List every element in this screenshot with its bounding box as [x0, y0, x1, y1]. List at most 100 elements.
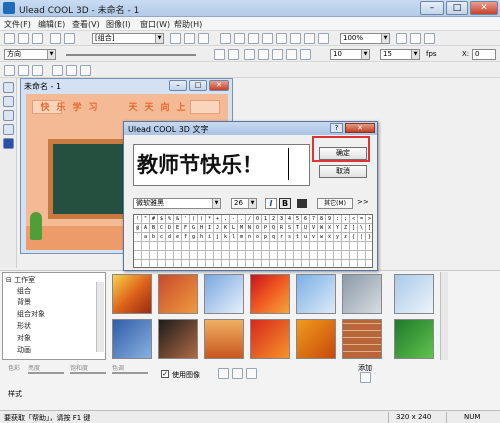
charmap-cell[interactable]: y [334, 233, 342, 242]
charmap-cell[interactable] [350, 242, 358, 251]
menu-image[interactable]: 图像(I) [106, 19, 131, 30]
charmap-cell[interactable] [318, 251, 326, 260]
charmap-cell[interactable] [182, 260, 190, 267]
charmap-cell[interactable]: X [326, 224, 334, 233]
charmap-cell[interactable]: " [142, 215, 150, 224]
charmap-cell[interactable] [358, 251, 366, 260]
texture-thumbnail[interactable] [204, 319, 244, 359]
charmap-cell[interactable]: K [222, 224, 230, 233]
charmap-cell[interactable] [286, 242, 294, 251]
charmap-cell[interactable] [142, 260, 150, 267]
charmap-cell[interactable] [366, 242, 372, 251]
tree-item[interactable]: 对象 [17, 333, 31, 343]
charmap-cell[interactable] [342, 251, 350, 260]
texture-thumbnail[interactable] [112, 274, 152, 314]
charmap-cell[interactable]: r [278, 233, 286, 242]
charmap-cell[interactable] [254, 242, 262, 251]
paste-icon[interactable] [248, 33, 259, 44]
charmap-cell[interactable]: D [166, 224, 174, 233]
charmap-cell[interactable] [342, 260, 350, 267]
charmap-cell[interactable] [262, 260, 270, 267]
font-name-select[interactable]: 微软雅黑 ▼ [133, 198, 221, 209]
texture-thumbnail[interactable] [158, 274, 198, 314]
charmap-cell[interactable] [206, 260, 214, 267]
charmap-cell[interactable] [182, 251, 190, 260]
font-size-select[interactable]: 26 ▼ [231, 198, 257, 209]
add-keyframe-icon[interactable] [214, 49, 225, 60]
charmap-cell[interactable]: a [142, 233, 150, 242]
charmap-cell[interactable] [326, 242, 334, 251]
charmap-cell[interactable] [358, 260, 366, 267]
tree-root[interactable]: ⊟ 工作室 [6, 275, 35, 285]
charmap-cell[interactable]: | [358, 233, 366, 242]
charmap-cell[interactable]: < [350, 215, 358, 224]
texture-thumbnail[interactable] [158, 319, 198, 359]
charmap-cell[interactable]: > [366, 215, 372, 224]
charmap-cell[interactable]: } [366, 233, 372, 242]
charmap-cell[interactable]: ` [134, 233, 142, 242]
charmap-cell[interactable] [222, 242, 230, 251]
menu-window[interactable]: 窗口(W) [140, 19, 170, 30]
text-input-area[interactable]: 教师节快乐！ [133, 144, 310, 186]
image-edit-icon[interactable] [232, 368, 243, 379]
charmap-cell[interactable] [302, 251, 310, 260]
bold-button[interactable]: B [279, 198, 291, 209]
doc-maximize-button[interactable]: □ [189, 80, 207, 91]
delete-icon[interactable] [262, 33, 273, 44]
open-folder-icon[interactable] [18, 33, 29, 44]
charmap-cell[interactable] [358, 242, 366, 251]
charmap-cell[interactable]: 9 [326, 215, 334, 224]
charmap-cell[interactable] [286, 260, 294, 267]
play-icon[interactable] [286, 49, 297, 60]
direction-combo[interactable]: 方向 ▼ [4, 49, 56, 60]
italic-icon[interactable] [66, 65, 77, 76]
charmap-cell[interactable] [334, 242, 342, 251]
charmap-cell[interactable]: ] [366, 224, 372, 233]
charmap-cell[interactable] [230, 251, 238, 260]
zoom-out-icon[interactable] [318, 33, 329, 44]
charmap-cell[interactable] [142, 242, 150, 251]
charmap-cell[interactable]: ; [342, 215, 350, 224]
zoom-in-icon[interactable] [304, 33, 315, 44]
charmap-cell[interactable] [342, 242, 350, 251]
charmap-cell[interactable] [214, 251, 222, 260]
texture-thumbnail[interactable] [112, 319, 152, 359]
charmap-cell[interactable]: t [294, 233, 302, 242]
charmap-cell[interactable]: Z [342, 224, 350, 233]
hand-icon[interactable] [170, 33, 181, 44]
charmap-cell[interactable] [158, 260, 166, 267]
charmap-cell[interactable]: 6 [302, 215, 310, 224]
menu-help[interactable]: 帮助(H) [174, 19, 202, 30]
charmap-cell[interactable]: f [182, 233, 190, 242]
charmap-cell[interactable] [278, 242, 286, 251]
charmap-cell[interactable] [190, 242, 198, 251]
charmap-cell[interactable]: O [254, 224, 262, 233]
charmap-cell[interactable]: ) [198, 215, 206, 224]
charmap-cell[interactable]: / [246, 215, 254, 224]
underline-icon[interactable] [80, 65, 91, 76]
charmap-cell[interactable] [246, 251, 254, 260]
reverse-icon[interactable] [244, 49, 255, 60]
prev-frame-icon[interactable] [272, 49, 283, 60]
charmap-cell[interactable]: F [182, 224, 190, 233]
charmap-cell[interactable]: W [318, 224, 326, 233]
charmap-cell[interactable] [294, 260, 302, 267]
charmap-cell[interactable]: 4 [286, 215, 294, 224]
charmap-cell[interactable]: G [190, 224, 198, 233]
charmap-cell[interactable]: 8 [318, 215, 326, 224]
menu-edit[interactable]: 编辑(E) [38, 19, 65, 30]
charmap-cell[interactable] [182, 242, 190, 251]
charmap-cell[interactable] [158, 242, 166, 251]
brightness-slider[interactable] [28, 372, 64, 374]
charmap-cell[interactable] [334, 251, 342, 260]
texture-thumbnail[interactable] [250, 319, 290, 359]
charmap-cell[interactable]: + [214, 215, 222, 224]
charmap-cell[interactable]: { [350, 233, 358, 242]
charmap-cell[interactable]: = [358, 215, 366, 224]
charmap-cell[interactable] [334, 260, 342, 267]
texture-scrollbar[interactable] [440, 272, 448, 360]
saturation-slider[interactable] [70, 372, 106, 374]
charmap-cell[interactable] [166, 260, 174, 267]
charmap-cell[interactable] [198, 260, 206, 267]
charmap-cell[interactable]: & [174, 215, 182, 224]
